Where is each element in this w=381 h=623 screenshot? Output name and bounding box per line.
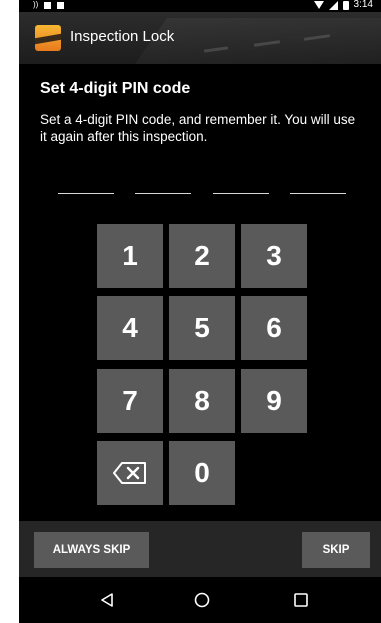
notification-icon xyxy=(44,1,52,9)
pin-slot-3 xyxy=(213,193,269,194)
status-right: 3:14 xyxy=(313,0,373,10)
keypad-key-1[interactable]: 1 xyxy=(97,224,163,288)
status-left: )) xyxy=(33,0,65,10)
keypad-key-4[interactable]: 4 xyxy=(97,296,163,360)
notification-icon: )) xyxy=(33,0,39,9)
recents-icon xyxy=(294,593,308,607)
home-icon xyxy=(194,592,210,608)
recents-button[interactable] xyxy=(291,590,311,610)
pin-slot-2 xyxy=(135,193,191,194)
home-button[interactable] xyxy=(192,590,212,610)
keypad-key-9[interactable]: 9 xyxy=(241,369,307,433)
app-title: Inspection Lock xyxy=(70,28,175,45)
pin-slot-4 xyxy=(290,193,346,194)
navigation-bar xyxy=(19,577,381,623)
device-screen: )) 3:14 Inspection Lock Set 4-digit PIN … xyxy=(19,0,381,623)
keypad-key-2[interactable]: 2 xyxy=(169,224,235,288)
back-icon xyxy=(101,593,113,607)
action-bar: ALWAYS SKIP SKIP xyxy=(19,521,381,577)
keypad-key-5[interactable]: 5 xyxy=(169,296,235,360)
battery-icon xyxy=(342,0,349,10)
backspace-icon xyxy=(113,462,146,484)
keypad-key-0[interactable]: 0 xyxy=(169,441,235,505)
signal-icon xyxy=(328,0,338,10)
keypad-key-7[interactable]: 7 xyxy=(97,369,163,433)
page-title: Set 4-digit PIN code xyxy=(40,80,191,97)
always-skip-button[interactable]: ALWAYS SKIP xyxy=(34,532,149,568)
keypad-key-8[interactable]: 8 xyxy=(169,369,235,433)
keypad-key-6[interactable]: 6 xyxy=(241,296,307,360)
app-bar: Inspection Lock xyxy=(19,12,381,64)
backspace-button[interactable] xyxy=(97,441,163,505)
status-bar: )) 3:14 xyxy=(19,0,381,12)
page-description: Set a 4-digit PIN code, and remember it.… xyxy=(40,112,356,144)
notification-icon xyxy=(57,1,65,9)
keypad-key-3[interactable]: 3 xyxy=(241,224,307,288)
status-time: 3:14 xyxy=(353,0,373,10)
pin-slot-1 xyxy=(58,193,114,194)
app-logo-icon xyxy=(35,25,61,51)
skip-button[interactable]: SKIP xyxy=(302,532,370,568)
wifi-icon xyxy=(313,1,324,9)
back-button[interactable] xyxy=(97,590,117,610)
